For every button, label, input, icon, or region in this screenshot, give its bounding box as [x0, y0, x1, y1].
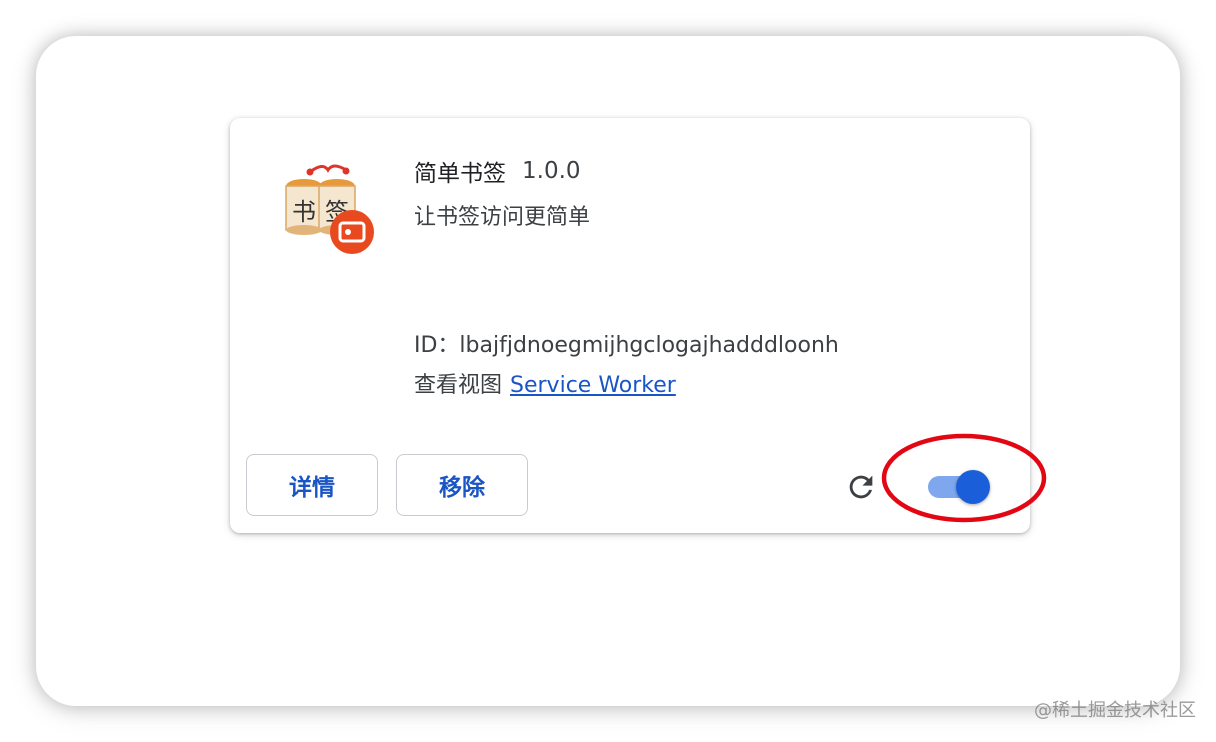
extension-enabled-toggle[interactable]: [926, 470, 992, 504]
icon-char-1: 书: [292, 198, 316, 226]
inspect-views-label: 查看视图: [414, 373, 503, 398]
extension-description: 让书签访问更简单: [414, 205, 591, 230]
watermark: @稀土掘金技术社区: [1034, 700, 1196, 721]
extension-title-row: 简单书签 1.0.0: [414, 154, 581, 188]
inspect-views-row: 查看视图 Service Worker: [414, 370, 676, 402]
reload-icon[interactable]: [844, 470, 878, 504]
extension-id: ID：lbajfjdnoegmijhgclogajhadddloonh: [414, 333, 839, 358]
details-button[interactable]: 详情: [246, 454, 378, 516]
remove-button[interactable]: 移除: [396, 454, 528, 516]
toggle-knob: [956, 470, 990, 504]
extension-name: 简单书签: [414, 161, 506, 187]
service-worker-link[interactable]: Service Worker: [510, 373, 676, 398]
extension-version: 1.0.0: [522, 158, 581, 184]
extension-logo-icon: 书 签: [285, 164, 374, 254]
